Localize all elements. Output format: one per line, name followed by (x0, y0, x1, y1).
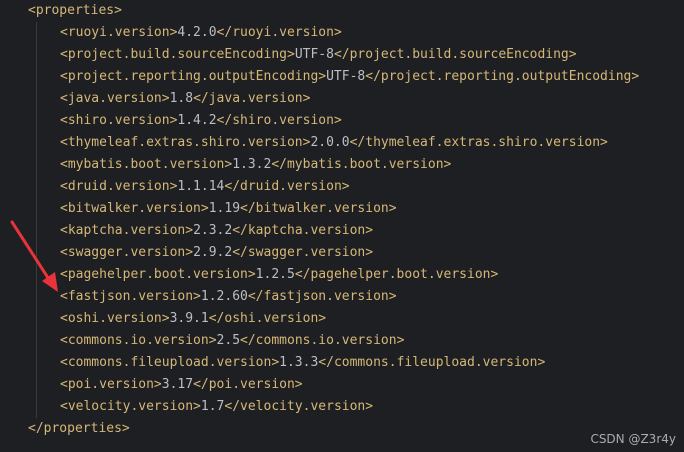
code-editor[interactable]: <properties> <ruoyi.version>4.2.0</ruoyi… (0, 0, 684, 452)
red-arrow-annotation (10, 220, 58, 292)
csdn-watermark: CSDN @Z3r4y (590, 432, 676, 446)
